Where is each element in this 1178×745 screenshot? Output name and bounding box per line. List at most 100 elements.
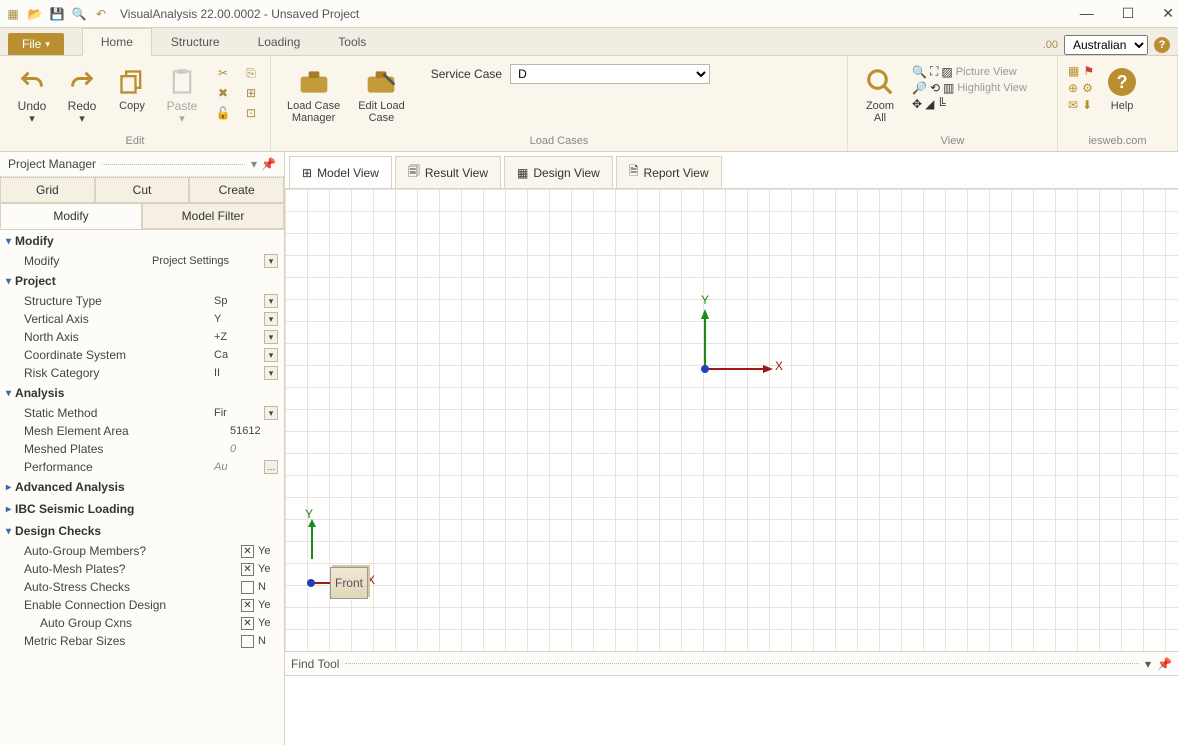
prop-coord-dd[interactable]: ▾ — [264, 348, 278, 362]
prop-perf-btn[interactable]: … — [264, 460, 278, 474]
cut-icon[interactable]: ✂ — [214, 64, 232, 82]
section-analysis[interactable]: ▾Analysis — [0, 382, 284, 404]
maximize-icon[interactable]: ☐ — [1122, 5, 1135, 22]
axis-icon[interactable]: ╚ — [937, 97, 946, 111]
section-ibc[interactable]: ▸IBC Seismic Loading — [0, 498, 284, 520]
section-advanced[interactable]: ▸Advanced Analysis — [0, 476, 284, 498]
qat-save-icon[interactable]: 💾 — [48, 5, 66, 23]
find-tool-pin-icon[interactable]: 📌 — [1157, 657, 1172, 671]
view-tab-design[interactable]: ▦Design View — [504, 156, 613, 188]
qat-open-icon[interactable]: 📂 — [26, 5, 44, 23]
ies-icon5[interactable]: ✉ — [1068, 98, 1078, 112]
group-view-label: View — [858, 135, 1047, 149]
pm-tab-filter[interactable]: Model Filter — [142, 203, 284, 229]
close-icon[interactable]: ✕ — [1162, 5, 1174, 22]
prop-vaxis-dd[interactable]: ▾ — [264, 312, 278, 326]
model-canvas[interactable]: Y X Y X Front — [285, 189, 1178, 651]
ies-icon3[interactable]: ⊕ — [1068, 81, 1078, 95]
view-tab-report[interactable]: 🗎Report View — [616, 156, 722, 188]
zoom-out-icon[interactable]: 🔎 — [912, 81, 927, 95]
prop-vaxis-val: Y — [214, 313, 262, 325]
prop-agm-cb[interactable] — [241, 545, 254, 558]
section-project[interactable]: ▾Project — [0, 270, 284, 292]
service-case-dropdown[interactable]: D — [510, 64, 710, 84]
zoom-region-icon[interactable]: ▨ — [941, 65, 952, 79]
pm-tab-create[interactable]: Create — [189, 177, 284, 203]
find-tool-body — [285, 675, 1178, 745]
prop-modify-dropdown[interactable]: ▾ — [264, 254, 278, 268]
file-menu-button[interactable]: File — [8, 33, 64, 55]
file-menu-label: File — [22, 37, 41, 51]
units-dropdown[interactable]: Australian — [1064, 35, 1148, 55]
undo-label: Undo — [18, 99, 47, 113]
prop-static-dd[interactable]: ▾ — [264, 406, 278, 420]
prop-mrs-cb[interactable] — [241, 635, 254, 648]
find-tool-dropdown-icon[interactable]: ▾ — [1145, 657, 1151, 671]
ies-icon1[interactable]: ▦ — [1068, 64, 1079, 78]
bars-icon[interactable]: ▥ — [943, 81, 954, 95]
ies-icon4[interactable]: ⚙ — [1082, 81, 1093, 95]
prop-structuretype-dd[interactable]: ▾ — [264, 294, 278, 308]
prop-agc-cb[interactable] — [241, 617, 254, 630]
service-case-label: Service Case — [431, 67, 502, 81]
zoom-all-button[interactable]: Zoom All — [858, 64, 902, 126]
find-icon[interactable]: 🔓 — [214, 104, 232, 122]
qat-new-icon[interactable]: ▦ — [4, 5, 22, 23]
prop-agc-val: Ye — [258, 617, 278, 629]
misc3-icon[interactable]: ⊡ — [242, 104, 260, 122]
edit-loadcase-label: Edit Load Case — [358, 100, 404, 124]
angle-icon[interactable]: ◢ — [925, 97, 934, 111]
section-modify[interactable]: ▾Modify — [0, 230, 284, 252]
help-button[interactable]: ? Help — [1100, 64, 1144, 114]
section-design[interactable]: ▾Design Checks — [0, 520, 284, 542]
group-loadcases-label: Load Cases — [281, 135, 837, 149]
paste-label: Paste — [167, 99, 198, 113]
misc1-icon[interactable]: ⎘ — [242, 64, 260, 82]
zoom-in-icon[interactable]: 🔍 — [912, 65, 927, 79]
misc2-icon[interactable]: ⊞ — [242, 84, 260, 102]
zoom-fit-icon[interactable]: ⛶ — [930, 64, 938, 79]
delete-icon[interactable]: ✖ — [214, 84, 232, 102]
redo-button[interactable]: Redo▾ — [60, 64, 104, 127]
qat-print-icon[interactable]: 🔍 — [70, 5, 88, 23]
edit-load-case-button[interactable]: Edit Load Case — [352, 64, 410, 126]
pm-pin-icon[interactable]: ▾ — [251, 157, 257, 171]
prop-amp-cb[interactable] — [241, 563, 254, 576]
prop-ecd-cb[interactable] — [241, 599, 254, 612]
section-analysis-label: Analysis — [15, 386, 64, 400]
highlight-view-label[interactable]: Highlight View — [957, 82, 1027, 94]
prop-naxis-dd[interactable]: ▾ — [264, 330, 278, 344]
view-tab-result[interactable]: 🗐Result View — [395, 156, 501, 188]
prop-amp-val: Ye — [258, 563, 278, 575]
tab-tools[interactable]: Tools — [319, 28, 385, 55]
prop-naxis-key: North Axis — [24, 330, 214, 344]
ies-icon6[interactable]: ⬇ — [1082, 98, 1092, 112]
ies-icon2[interactable]: ⚑ — [1083, 64, 1094, 78]
pm-close-icon[interactable]: 📌 — [261, 157, 276, 171]
undo-button[interactable]: Undo▾ — [10, 64, 54, 127]
prop-naxis-val: +Z — [214, 331, 262, 343]
prop-asc-cb[interactable] — [241, 581, 254, 594]
load-case-manager-button[interactable]: Load Case Manager — [281, 64, 346, 126]
pm-tab-modify[interactable]: Modify — [0, 203, 142, 229]
tab-loading[interactable]: Loading — [239, 28, 320, 55]
pm-tab-grid[interactable]: Grid — [0, 177, 95, 203]
view-tab-design-label: Design View — [533, 166, 599, 180]
help-icon[interactable]: ? — [1154, 37, 1170, 53]
pan-icon[interactable]: ✥ — [912, 97, 922, 111]
view-tab-model[interactable]: ⊞Model View — [289, 156, 392, 188]
world-y-label: Y — [701, 293, 709, 307]
prop-modify-key: Modify — [24, 254, 152, 268]
qat-undo-icon[interactable]: ↶ — [92, 5, 110, 23]
picture-view-label[interactable]: Picture View — [956, 66, 1017, 78]
tab-home[interactable]: Home — [82, 28, 152, 56]
view-cube[interactable]: Front — [330, 567, 368, 599]
copy-button[interactable]: Copy — [110, 64, 154, 114]
prop-risk-dd[interactable]: ▾ — [264, 366, 278, 380]
minimize-icon[interactable]: — — [1080, 5, 1094, 22]
tab-structure[interactable]: Structure — [152, 28, 239, 55]
rotate-icon[interactable]: ⟲ — [930, 81, 940, 95]
decimals-icon[interactable]: .00 — [1043, 39, 1058, 51]
pm-tab-cut[interactable]: Cut — [95, 177, 190, 203]
prop-agm-key: Auto-Group Members? — [24, 544, 241, 558]
